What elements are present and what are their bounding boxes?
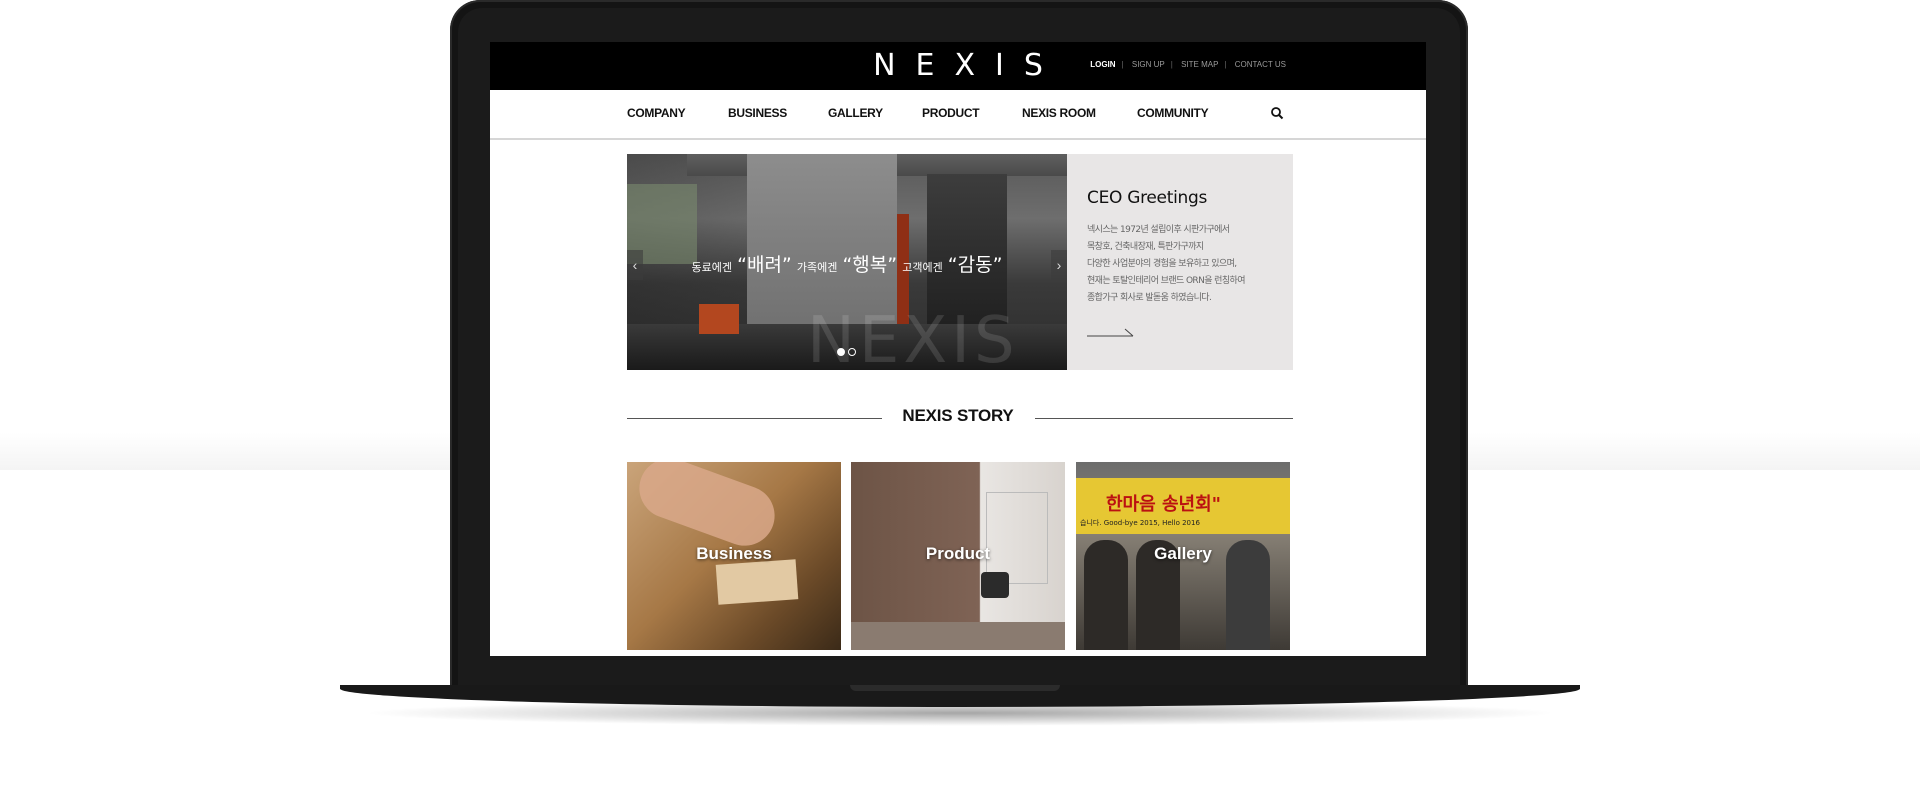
- main-nav: COMPANY BUSINESS GALLERY PRODUCT NEXIS R…: [490, 90, 1426, 140]
- story-card-product[interactable]: Product: [851, 462, 1065, 650]
- nav-nexis-room[interactable]: NEXIS ROOM: [1022, 106, 1096, 120]
- prev-slide-button[interactable]: ‹: [627, 250, 643, 280]
- laptop-notch: [850, 685, 1060, 691]
- nav-gallery[interactable]: GALLERY: [828, 106, 883, 120]
- signup-link[interactable]: SIGN UP: [1132, 60, 1165, 69]
- caption-part: 동료에겐: [691, 261, 733, 274]
- caption-part: “감동”: [947, 254, 1003, 276]
- wood-block: [715, 559, 799, 605]
- laptop-screen: NEXIS LOGIN | SIGN UP | SITE MAP | CONTACT …: [490, 42, 1426, 656]
- nav-company[interactable]: COMPANY: [627, 106, 686, 120]
- separator: |: [1170, 60, 1173, 69]
- ceo-text-line: 목창호, 건축내장재, 특판가구까지: [1087, 242, 1204, 252]
- contact-link[interactable]: CONTACT US: [1235, 60, 1286, 69]
- login-link[interactable]: LOGIN: [1090, 60, 1115, 69]
- story-card-business[interactable]: Business: [627, 462, 841, 650]
- banner-subtext: 습니다. Good-bye 2015, Hello 2016: [1080, 519, 1200, 527]
- card-label: Product: [925, 544, 991, 563]
- caption-part: 고객에겐: [902, 261, 943, 274]
- caption-part: “배려”: [737, 254, 792, 276]
- search-icon[interactable]: [1270, 106, 1284, 120]
- shelf: [986, 492, 1048, 584]
- slide-dot-1[interactable]: [837, 348, 845, 356]
- arrow-right-icon[interactable]: [1087, 326, 1135, 338]
- nav-product[interactable]: PRODUCT: [922, 106, 980, 120]
- separator: |: [1121, 60, 1124, 69]
- caption-part: 가족에겐: [796, 261, 838, 274]
- ceo-text-line: 다양한 사업분야의 경험을 보유하고 있으며,: [1087, 259, 1237, 269]
- chevron-right-icon: ›: [1056, 257, 1062, 273]
- ceo-text-line: 현재는 토탈인테리어 브랜드 ORN을 런칭하여: [1087, 276, 1245, 286]
- ceo-text-line: 넥시스는 1972년 설립이후 시판가구에서: [1087, 225, 1230, 235]
- nav-community[interactable]: COMMUNITY: [1137, 106, 1209, 120]
- next-slide-button[interactable]: ›: [1051, 250, 1067, 280]
- ceo-greetings-panel: CEO Greetings 넥시스는 1972년 설립이후 시판가구에서 목창호…: [1067, 154, 1293, 370]
- nav-business[interactable]: BUSINESS: [728, 106, 787, 120]
- card-label: Business: [696, 544, 772, 563]
- top-bar: NEXIS LOGIN | SIGN UP | SITE MAP | CONTACT …: [490, 42, 1426, 90]
- nexis-story-title: NEXIS STORY: [902, 406, 1014, 425]
- card-label: Gallery: [1154, 544, 1212, 563]
- rug: [851, 622, 1065, 650]
- hero-watermark: NEXIS: [807, 304, 1019, 370]
- chevron-left-icon: ‹: [632, 257, 638, 273]
- slide-dot-2[interactable]: [848, 348, 856, 356]
- hero-slider[interactable]: NEXIS 동료에겐 “배려” 가족에겐 “행복” 고객에겐 “감동” ‹ ›: [627, 154, 1067, 370]
- story-card-gallery[interactable]: 한마음 송년회" 습니다. Good-bye 2015, Hello 2016 …: [1076, 462, 1290, 650]
- caption-part: “행복”: [842, 254, 898, 276]
- separator: |: [1224, 60, 1227, 69]
- orange-chair: [699, 304, 739, 334]
- hand: [630, 462, 784, 555]
- sitemap-link[interactable]: SITE MAP: [1181, 60, 1218, 69]
- ceo-text-line: 종합가구 회사로 발돋움 하였습니다.: [1087, 293, 1212, 303]
- banner-text: 한마음 송년회": [1106, 494, 1222, 515]
- hero-caption: 동료에겐 “배려” 가족에겐 “행복” 고객에겐 “감동”: [627, 250, 1067, 277]
- ceo-title: CEO Greetings: [1087, 188, 1208, 208]
- utility-links: LOGIN | SIGN UP | SITE MAP | CONTACT US: [1086, 60, 1290, 69]
- chair: [981, 572, 1009, 598]
- divider-line: [1035, 418, 1293, 419]
